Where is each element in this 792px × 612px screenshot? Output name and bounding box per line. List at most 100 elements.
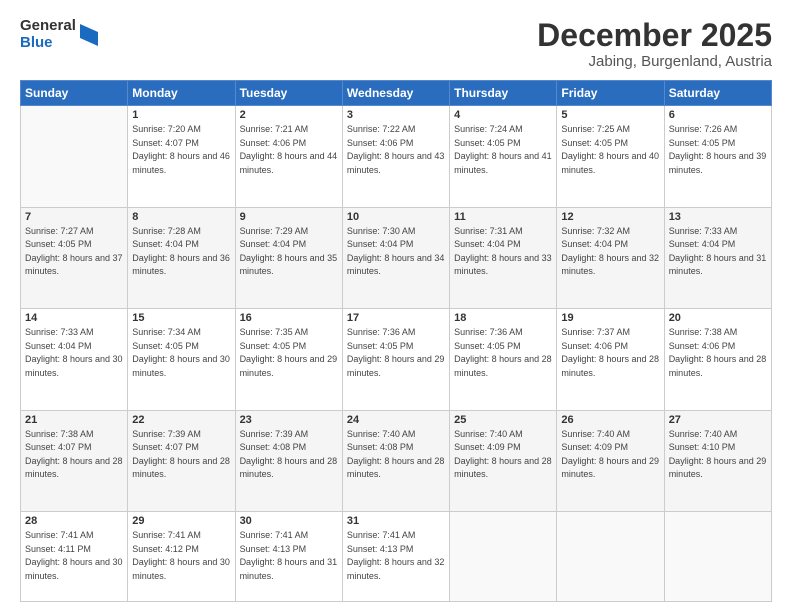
title-block: December 2025 Jabing, Burgenland, Austri… xyxy=(537,18,772,70)
sunset-text: Sunset: 4:08 PM xyxy=(347,441,445,455)
month-title: December 2025 xyxy=(537,18,772,53)
day-number: 15 xyxy=(132,312,230,324)
sunset-text: Sunset: 4:07 PM xyxy=(132,441,230,455)
sunset-text: Sunset: 4:04 PM xyxy=(347,238,445,252)
sunset-text: Sunset: 4:04 PM xyxy=(454,238,552,252)
sunrise-text: Sunrise: 7:37 AM xyxy=(561,326,659,340)
daylight-text: Daylight: 8 hours and 41 minutes. xyxy=(454,150,552,177)
day-number: 12 xyxy=(561,211,659,223)
table-row: 25Sunrise: 7:40 AMSunset: 4:09 PMDayligh… xyxy=(450,410,557,512)
logo: General Blue xyxy=(20,18,98,51)
day-info: Sunrise: 7:27 AMSunset: 4:05 PMDaylight:… xyxy=(25,225,123,279)
sunrise-text: Sunrise: 7:41 AM xyxy=(347,529,445,543)
table-row: 29Sunrise: 7:41 AMSunset: 4:12 PMDayligh… xyxy=(128,512,235,602)
table-row: 31Sunrise: 7:41 AMSunset: 4:13 PMDayligh… xyxy=(342,512,449,602)
day-info: Sunrise: 7:33 AMSunset: 4:04 PMDaylight:… xyxy=(25,326,123,380)
logo-general: General xyxy=(20,18,76,35)
day-number: 7 xyxy=(25,211,123,223)
day-info: Sunrise: 7:39 AMSunset: 4:07 PMDaylight:… xyxy=(132,428,230,482)
table-row: 9 Sunrise: 7:29 AMSunset: 4:04 PMDaylight… xyxy=(235,207,342,309)
sunrise-text: Sunrise: 7:40 AM xyxy=(454,428,552,442)
sunrise-text: Sunrise: 7:32 AM xyxy=(561,225,659,239)
day-number: 2 xyxy=(240,109,338,121)
daylight-text: Daylight: 8 hours and 28 minutes. xyxy=(347,455,445,482)
daylight-text: Daylight: 8 hours and 30 minutes. xyxy=(25,556,123,583)
daylight-text: Daylight: 8 hours and 29 minutes. xyxy=(240,353,338,380)
daylight-text: Daylight: 8 hours and 28 minutes. xyxy=(454,455,552,482)
daylight-text: Daylight: 8 hours and 29 minutes. xyxy=(347,353,445,380)
calendar-table: Sunday Monday Tuesday Wednesday Thursday… xyxy=(20,80,772,602)
table-row: 7 Sunrise: 7:27 AMSunset: 4:05 PMDaylight… xyxy=(21,207,128,309)
day-number: 9 xyxy=(240,211,338,223)
day-info: Sunrise: 7:20 AMSunset: 4:07 PMDaylight:… xyxy=(132,123,230,177)
sunset-text: Sunset: 4:05 PM xyxy=(669,137,767,151)
day-info: Sunrise: 7:29 AMSunset: 4:04 PMDaylight:… xyxy=(240,225,338,279)
day-number: 24 xyxy=(347,414,445,426)
day-number: 13 xyxy=(669,211,767,223)
table-row: 12 Sunrise: 7:32 AMSunset: 4:04 PMDayligh… xyxy=(557,207,664,309)
weekday-header-row: Sunday Monday Tuesday Wednesday Thursday… xyxy=(21,81,772,106)
sunset-text: Sunset: 4:04 PM xyxy=(669,238,767,252)
logo-icon xyxy=(80,24,98,46)
table-row xyxy=(450,512,557,602)
logo-text: General Blue xyxy=(20,18,76,51)
table-row: 18Sunrise: 7:36 AMSunset: 4:05 PMDayligh… xyxy=(450,309,557,411)
daylight-text: Daylight: 8 hours and 32 minutes. xyxy=(561,252,659,279)
day-info: Sunrise: 7:41 AMSunset: 4:13 PMDaylight:… xyxy=(347,529,445,583)
sunrise-text: Sunrise: 7:27 AM xyxy=(25,225,123,239)
day-number: 22 xyxy=(132,414,230,426)
day-number: 3 xyxy=(347,109,445,121)
daylight-text: Daylight: 8 hours and 30 minutes. xyxy=(25,353,123,380)
day-info: Sunrise: 7:33 AMSunset: 4:04 PMDaylight:… xyxy=(669,225,767,279)
table-row: 17Sunrise: 7:36 AMSunset: 4:05 PMDayligh… xyxy=(342,309,449,411)
daylight-text: Daylight: 8 hours and 33 minutes. xyxy=(454,252,552,279)
day-info: Sunrise: 7:40 AMSunset: 4:09 PMDaylight:… xyxy=(454,428,552,482)
table-row: 23 Sunrise: 7:39 AMSunset: 4:08 PMDayligh… xyxy=(235,410,342,512)
header-friday: Friday xyxy=(557,81,664,106)
sunrise-text: Sunrise: 7:39 AM xyxy=(132,428,230,442)
sunset-text: Sunset: 4:05 PM xyxy=(132,340,230,354)
calendar-week-row: 1Sunrise: 7:20 AMSunset: 4:07 PMDaylight… xyxy=(21,106,772,208)
daylight-text: Daylight: 8 hours and 43 minutes. xyxy=(347,150,445,177)
sunrise-text: Sunrise: 7:31 AM xyxy=(454,225,552,239)
day-number: 6 xyxy=(669,109,767,121)
sunset-text: Sunset: 4:11 PM xyxy=(25,543,123,557)
daylight-text: Daylight: 8 hours and 36 minutes. xyxy=(132,252,230,279)
sunset-text: Sunset: 4:08 PM xyxy=(240,441,338,455)
day-number: 23 xyxy=(240,414,338,426)
sunrise-text: Sunrise: 7:21 AM xyxy=(240,123,338,137)
daylight-text: Daylight: 8 hours and 28 minutes. xyxy=(669,353,767,380)
day-info: Sunrise: 7:39 AMSunset: 4:08 PMDaylight:… xyxy=(240,428,338,482)
daylight-text: Daylight: 8 hours and 39 minutes. xyxy=(669,150,767,177)
sunset-text: Sunset: 4:07 PM xyxy=(25,441,123,455)
day-number: 27 xyxy=(669,414,767,426)
location: Jabing, Burgenland, Austria xyxy=(537,53,772,70)
daylight-text: Daylight: 8 hours and 44 minutes. xyxy=(240,150,338,177)
day-info: Sunrise: 7:37 AMSunset: 4:06 PMDaylight:… xyxy=(561,326,659,380)
day-info: Sunrise: 7:38 AMSunset: 4:06 PMDaylight:… xyxy=(669,326,767,380)
sunrise-text: Sunrise: 7:22 AM xyxy=(347,123,445,137)
sunset-text: Sunset: 4:06 PM xyxy=(240,137,338,151)
sunrise-text: Sunrise: 7:24 AM xyxy=(454,123,552,137)
day-info: Sunrise: 7:40 AMSunset: 4:08 PMDaylight:… xyxy=(347,428,445,482)
sunrise-text: Sunrise: 7:20 AM xyxy=(132,123,230,137)
daylight-text: Daylight: 8 hours and 28 minutes. xyxy=(240,455,338,482)
day-number: 18 xyxy=(454,312,552,324)
table-row: 28Sunrise: 7:41 AMSunset: 4:11 PMDayligh… xyxy=(21,512,128,602)
sunrise-text: Sunrise: 7:34 AM xyxy=(132,326,230,340)
table-row xyxy=(21,106,128,208)
sunset-text: Sunset: 4:05 PM xyxy=(454,340,552,354)
header-thursday: Thursday xyxy=(450,81,557,106)
day-info: Sunrise: 7:32 AMSunset: 4:04 PMDaylight:… xyxy=(561,225,659,279)
table-row: 5Sunrise: 7:25 AMSunset: 4:05 PMDaylight… xyxy=(557,106,664,208)
day-number: 5 xyxy=(561,109,659,121)
calendar-week-row: 28Sunrise: 7:41 AMSunset: 4:11 PMDayligh… xyxy=(21,512,772,602)
day-number: 17 xyxy=(347,312,445,324)
daylight-text: Daylight: 8 hours and 30 minutes. xyxy=(132,556,230,583)
sunrise-text: Sunrise: 7:40 AM xyxy=(347,428,445,442)
sunrise-text: Sunrise: 7:41 AM xyxy=(25,529,123,543)
sunrise-text: Sunrise: 7:33 AM xyxy=(25,326,123,340)
daylight-text: Daylight: 8 hours and 31 minutes. xyxy=(240,556,338,583)
sunset-text: Sunset: 4:06 PM xyxy=(347,137,445,151)
day-info: Sunrise: 7:30 AMSunset: 4:04 PMDaylight:… xyxy=(347,225,445,279)
